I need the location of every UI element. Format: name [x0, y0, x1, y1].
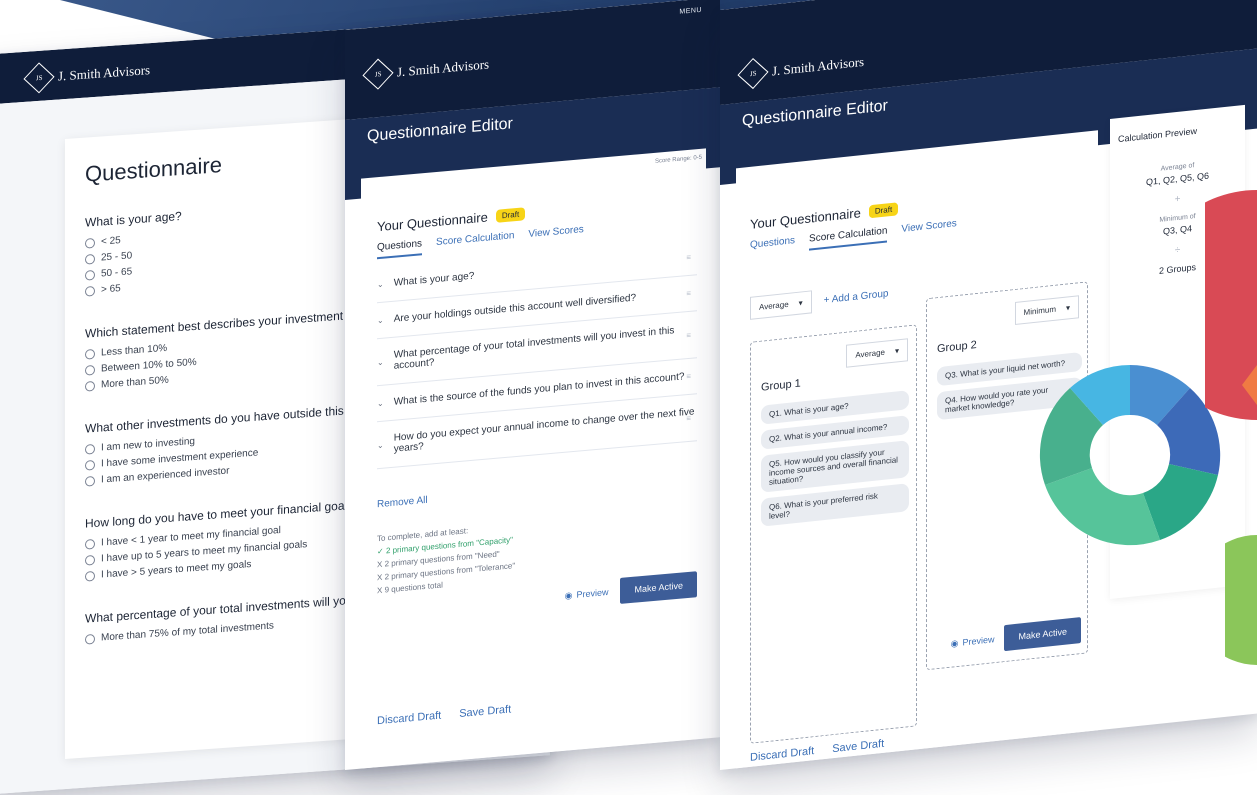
- drag-handle-icon[interactable]: ≡: [686, 372, 691, 381]
- radio-icon[interactable]: [85, 380, 95, 392]
- question-row-text: What is your age?: [393, 270, 475, 289]
- draft-badge: Draft: [495, 207, 526, 223]
- radio-icon[interactable]: [85, 459, 95, 471]
- brand-name: J. Smith Advisors: [397, 56, 490, 80]
- x-icon: X: [377, 585, 383, 596]
- group-1-title: Group 1: [761, 377, 801, 394]
- brand-logo[interactable]: JS J. Smith Advisors: [362, 53, 490, 90]
- eye-icon: ◉: [950, 637, 959, 649]
- eye-icon: ◉: [564, 589, 573, 601]
- editor-title: Questionnaire Editor: [367, 115, 513, 146]
- x-icon: X: [377, 572, 383, 583]
- group-2-select[interactable]: Minimum ▾: [1014, 295, 1079, 326]
- drag-handle-icon[interactable]: ≡: [686, 253, 691, 262]
- tab-questions[interactable]: Questions: [750, 235, 795, 257]
- brand-name: J. Smith Advisors: [772, 53, 865, 79]
- donut-slice: [1045, 468, 1160, 546]
- option-label: I am new to investing: [101, 435, 195, 454]
- green-pie-decoration: [1225, 535, 1257, 665]
- option-label: < 25: [101, 235, 121, 248]
- preview-link[interactable]: ◉ Preview: [565, 586, 609, 601]
- radio-icon[interactable]: [85, 269, 95, 281]
- questionnaire-title: Your Questionnaire: [750, 205, 861, 232]
- chevron-down-icon[interactable]: ⌄: [377, 399, 384, 409]
- tab-view-scores[interactable]: View Scores: [528, 224, 583, 246]
- radio-icon[interactable]: [85, 570, 95, 582]
- pie-slice: [1242, 365, 1257, 405]
- option-label: More than 75% of my total investments: [101, 620, 274, 644]
- radio-icon[interactable]: [85, 443, 95, 455]
- tab-view-scores[interactable]: View Scores: [901, 218, 956, 241]
- radio-icon[interactable]: [85, 475, 95, 487]
- x-icon: X: [377, 559, 383, 570]
- radio-icon[interactable]: [85, 253, 95, 265]
- add-group-button[interactable]: + Add a Group: [824, 288, 889, 306]
- tab-questions[interactable]: Questions: [377, 238, 423, 260]
- option-label: > 65: [101, 283, 121, 296]
- chevron-down-icon: ▾: [894, 346, 899, 356]
- donut-chart-decoration: [1039, 365, 1221, 546]
- option-label: Between 10% to 50%: [101, 356, 197, 375]
- chevron-down-icon[interactable]: ⌄: [377, 357, 384, 367]
- brand-name: J. Smith Advisors: [58, 62, 151, 84]
- drag-handle-icon[interactable]: ≡: [686, 413, 691, 422]
- pie-slice: [1225, 535, 1257, 665]
- make-active-button[interactable]: Make Active: [620, 571, 697, 604]
- questionnaire-title: Your Questionnaire: [377, 209, 488, 235]
- calc-preview-title: Calculation Preview: [1118, 125, 1198, 145]
- option-label: I am an experienced investor: [101, 465, 230, 486]
- score-range: Score Range: 0-5: [654, 154, 702, 165]
- preview-link[interactable]: ◉ Preview: [951, 634, 995, 650]
- brand-logo[interactable]: JS J. Smith Advisors: [23, 59, 151, 94]
- discard-draft-link[interactable]: Discard Draft: [377, 710, 441, 728]
- save-draft-link[interactable]: Save Draft: [832, 738, 884, 755]
- chevron-down-icon: ▾: [1065, 303, 1070, 313]
- radio-icon[interactable]: [85, 348, 95, 360]
- group-2-title: Group 2: [937, 339, 977, 356]
- radio-icon[interactable]: [85, 285, 95, 297]
- question-rows: ⌄ What is your age? ≡ ⌄ Are your holdings ou…: [377, 239, 697, 470]
- orange-pie-decoration: [1242, 365, 1257, 405]
- remove-all-link[interactable]: Remove All: [377, 471, 697, 510]
- brand-mark-icon: JS: [737, 57, 769, 90]
- brand-logo[interactable]: JS J. Smith Advisors: [737, 51, 865, 90]
- group-1-select[interactable]: Average ▾: [846, 338, 908, 368]
- radio-icon[interactable]: [85, 364, 95, 376]
- drag-handle-icon[interactable]: ≡: [686, 330, 691, 339]
- chevron-down-icon[interactable]: ⌄: [377, 280, 384, 290]
- brand-mark-icon: JS: [23, 62, 55, 94]
- discard-draft-link[interactable]: Discard Draft: [750, 745, 814, 764]
- chevron-down-icon[interactable]: ⌄: [377, 440, 384, 450]
- chevron-down-icon: ▾: [798, 298, 803, 308]
- option-label: Less than 10%: [101, 342, 168, 359]
- editor-content: Score Range: 0-5 Your Questionnaire Draf…: [361, 148, 706, 769]
- draft-badge: Draft: [868, 202, 899, 219]
- radio-icon[interactable]: [85, 633, 95, 645]
- group-1: Average ▾ Group 1 Q1. What is your age? Q2…: [750, 324, 917, 744]
- aggregate-select[interactable]: Average ▾: [750, 290, 812, 320]
- tab-score-calculation[interactable]: Score Calculation: [809, 225, 888, 251]
- save-draft-link[interactable]: Save Draft: [459, 703, 511, 720]
- requirement-text: 9 questions total: [384, 580, 443, 595]
- radio-icon[interactable]: [85, 237, 95, 249]
- option-label: 50 - 65: [101, 266, 133, 280]
- radio-icon[interactable]: [85, 538, 95, 550]
- check-icon: ✓: [377, 546, 384, 557]
- editor-questions-screen: MENU JS J. Smith Advisors Questionnaire …: [345, 0, 720, 770]
- make-active-button[interactable]: Make Active: [1004, 617, 1081, 652]
- drag-handle-icon[interactable]: ≡: [686, 289, 691, 298]
- chevron-down-icon[interactable]: ⌄: [377, 316, 384, 326]
- option-label: More than 50%: [101, 374, 169, 391]
- menu-button[interactable]: MENU: [679, 7, 702, 16]
- brand-mark-icon: JS: [362, 58, 394, 90]
- group-1-chips: Q1. What is your age? Q2. What is your an…: [761, 390, 909, 527]
- radio-icon[interactable]: [85, 554, 95, 566]
- tab-score-calculation[interactable]: Score Calculation: [436, 230, 514, 254]
- option-label: 25 - 50: [101, 250, 133, 264]
- editor-title: Questionnaire Editor: [742, 97, 888, 130]
